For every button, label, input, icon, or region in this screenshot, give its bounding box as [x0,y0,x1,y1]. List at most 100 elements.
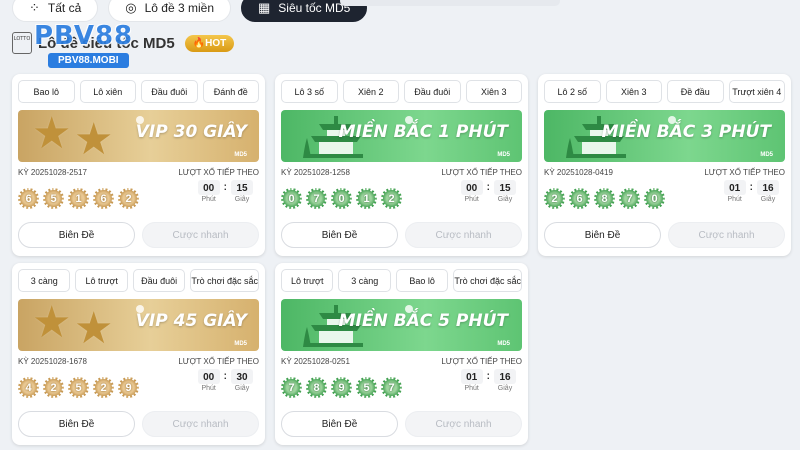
result-ball: 0 [331,188,352,209]
bet-type-pill[interactable]: Lô trượt [281,269,334,292]
draw-info-row: KỲ 20251028-1678 LƯỢT XỔ TIẾP THEO [18,357,259,366]
lotto-icon: LOTTO [12,32,32,54]
minutes-value: 00 [197,369,220,384]
period-number: KỲ 20251028-0419 [544,168,613,177]
seconds-value: 16 [494,369,516,384]
bet-type-pill[interactable]: Đầu đuôi [141,80,198,103]
game-banner[interactable]: MIỀN BẮC 1 PHÚT MD5 [281,110,522,162]
logo-domain: PBV88.MOBI [48,53,129,68]
minutes-value: 00 [460,180,483,195]
timer-minutes: 01 Phút [723,180,746,203]
period-number: KỲ 20251028-0251 [281,357,350,366]
quick-bet-button[interactable]: Cược nhanh [668,222,785,248]
result-ball: 2 [381,188,402,209]
tab-three-regions[interactable]: ◎ Lô đề 3 miền [108,0,231,22]
bet-type-pill[interactable]: 3 càng [18,269,71,292]
result-ball: 5 [68,377,89,398]
banner-title: MIỀN BẮC 5 PHÚT [338,311,508,331]
bet-type-pill[interactable]: Lô xiên [79,80,136,103]
edit-bet-button[interactable]: Biên Đề [18,411,135,437]
banner-md5-tag: MD5 [760,152,773,158]
bet-type-pill[interactable]: Trò chơi đặc sắc [453,269,522,292]
minutes-value: 01 [460,369,483,384]
edit-bet-button[interactable]: Biên Đề [281,411,398,437]
bet-type-pills: Lô 2 số Xiên 3 Đề đầu Trượt xiên 4 [544,80,785,103]
minutes-label: Phút [727,196,742,203]
result-ball: 6 [569,188,590,209]
tab-label: Lô đề 3 miền [144,1,214,15]
watermark-logo: PBV88 PBV88.MOBI [34,22,184,68]
next-draw-label: LƯỢT XỔ TIẾP THEO [704,168,785,177]
tab-label: Tất cả [47,1,82,15]
quick-bet-button[interactable]: Cược nhanh [405,411,522,437]
quick-bet-button[interactable]: Cược nhanh [142,222,259,248]
bet-type-pill[interactable]: Lô 2 số [544,80,601,103]
period-number: KỲ 20251028-1678 [18,357,87,366]
result-ball: 2 [43,377,64,398]
timer-seconds: 15 Giây [231,180,253,203]
seconds-value: 30 [231,369,253,384]
result-ball: 7 [281,377,302,398]
bet-type-pill[interactable]: Đánh đề [202,80,259,103]
grid-icon: ⁘ [29,0,40,15]
banner-title: VIP 30 GIÂY [135,122,247,142]
bet-type-pill[interactable]: Bao lô [18,80,75,103]
timer-minutes: 00 Phút [197,369,220,392]
edit-bet-button[interactable]: Biên Đề [281,222,398,248]
bet-type-pill[interactable]: Xiên 3 [605,80,662,103]
bet-type-pill[interactable]: Bao lô [395,269,449,292]
game-banner[interactable]: MIỀN BẮC 3 PHÚT MD5 [544,110,785,162]
minutes-label: Phút [464,196,479,203]
result-ball: 2 [544,188,565,209]
game-category-tabs: ⁘ Tất cả ◎ Lô đề 3 miền ▦ Siêu tốc MD5 [12,0,368,22]
bet-type-pill[interactable]: Đầu đuôi [132,269,186,292]
timer-separator: : [749,182,753,193]
tab-all[interactable]: ⁘ Tất cả [12,0,99,22]
bet-type-pill[interactable]: Xiên 3 [465,80,522,103]
banner-title: MIỀN BẮC 3 PHÚT [601,122,771,142]
next-draw-label: LƯỢT XỔ TIẾP THEO [178,357,259,366]
edit-bet-button[interactable]: Biên Đề [18,222,135,248]
edit-bet-button[interactable]: Biên Đề [544,222,661,248]
timer-separator: : [223,182,227,193]
banner-md5-tag: MD5 [497,341,510,347]
bet-type-pill[interactable]: Đầu đuôi [404,80,461,103]
bet-type-pill[interactable]: Lô trượt [75,269,128,292]
game-card: Lô 3 số Xiên 2 Đầu đuôi Xiên 3 MIỀN BẮC 1 PH… [275,74,528,256]
star-icon: ★ [32,110,72,158]
bet-type-pill[interactable]: Đề đầu [667,80,724,103]
minutes-value: 01 [723,180,746,195]
star-icon: ★ [32,299,72,347]
countdown-timer: 00 Phút:15 Giây [460,180,516,203]
next-draw-label: LƯỢT XỔ TIẾP THEO [178,168,259,177]
bet-type-pill[interactable]: 3 càng [338,269,391,292]
seconds-label: Giây [497,196,513,203]
card-actions: Biên Đề Cược nhanh [18,222,259,248]
bet-type-pill[interactable]: Trượt xiên 4 [728,80,785,103]
game-card: Bao lô Lô xiên Đầu đuôi Đánh đề ★ ★ VIP 30 GIÂ… [12,74,265,256]
bet-type-pill[interactable]: Xiên 2 [342,80,399,103]
period-number: KỲ 20251028-2517 [18,168,87,177]
seconds-label: Giây [497,385,513,392]
card-actions: Biên Đề Cược nhanh [18,411,259,437]
quick-bet-button[interactable]: Cược nhanh [405,222,522,248]
countdown-timer: 01 Phút:16 Giây [723,180,779,203]
timer-separator: : [486,371,490,382]
game-banner[interactable]: ★ ★ VIP 45 GIÂY MD5 [18,299,259,351]
next-draw-label: LƯỢT XỔ TIẾP THEO [441,168,522,177]
result-ball: 2 [118,188,139,209]
timer-seconds: 16 Giây [494,369,516,392]
bet-type-pills: Lô trượt 3 càng Bao lô Trò chơi đặc sắc [281,269,522,292]
countdown-timer: 01 Phút:16 Giây [460,369,516,392]
seconds-value: 15 [494,180,516,195]
banner-title: VIP 45 GIÂY [135,311,247,331]
quick-bet-button[interactable]: Cược nhanh [142,411,259,437]
timer-minutes: 00 Phút [197,180,220,203]
game-banner[interactable]: ★ ★ VIP 30 GIÂY MD5 [18,110,259,162]
seconds-label: Giây [234,385,250,392]
draw-info-row: KỲ 20251028-0419 LƯỢT XỔ TIẾP THEO [544,168,785,177]
game-banner[interactable]: MIỀN BẮC 5 PHÚT MD5 [281,299,522,351]
bet-type-pill[interactable]: Lô 3 số [281,80,338,103]
card-actions: Biên Đề Cược nhanh [544,222,785,248]
bet-type-pill[interactable]: Trò chơi đặc sắc [190,269,259,292]
